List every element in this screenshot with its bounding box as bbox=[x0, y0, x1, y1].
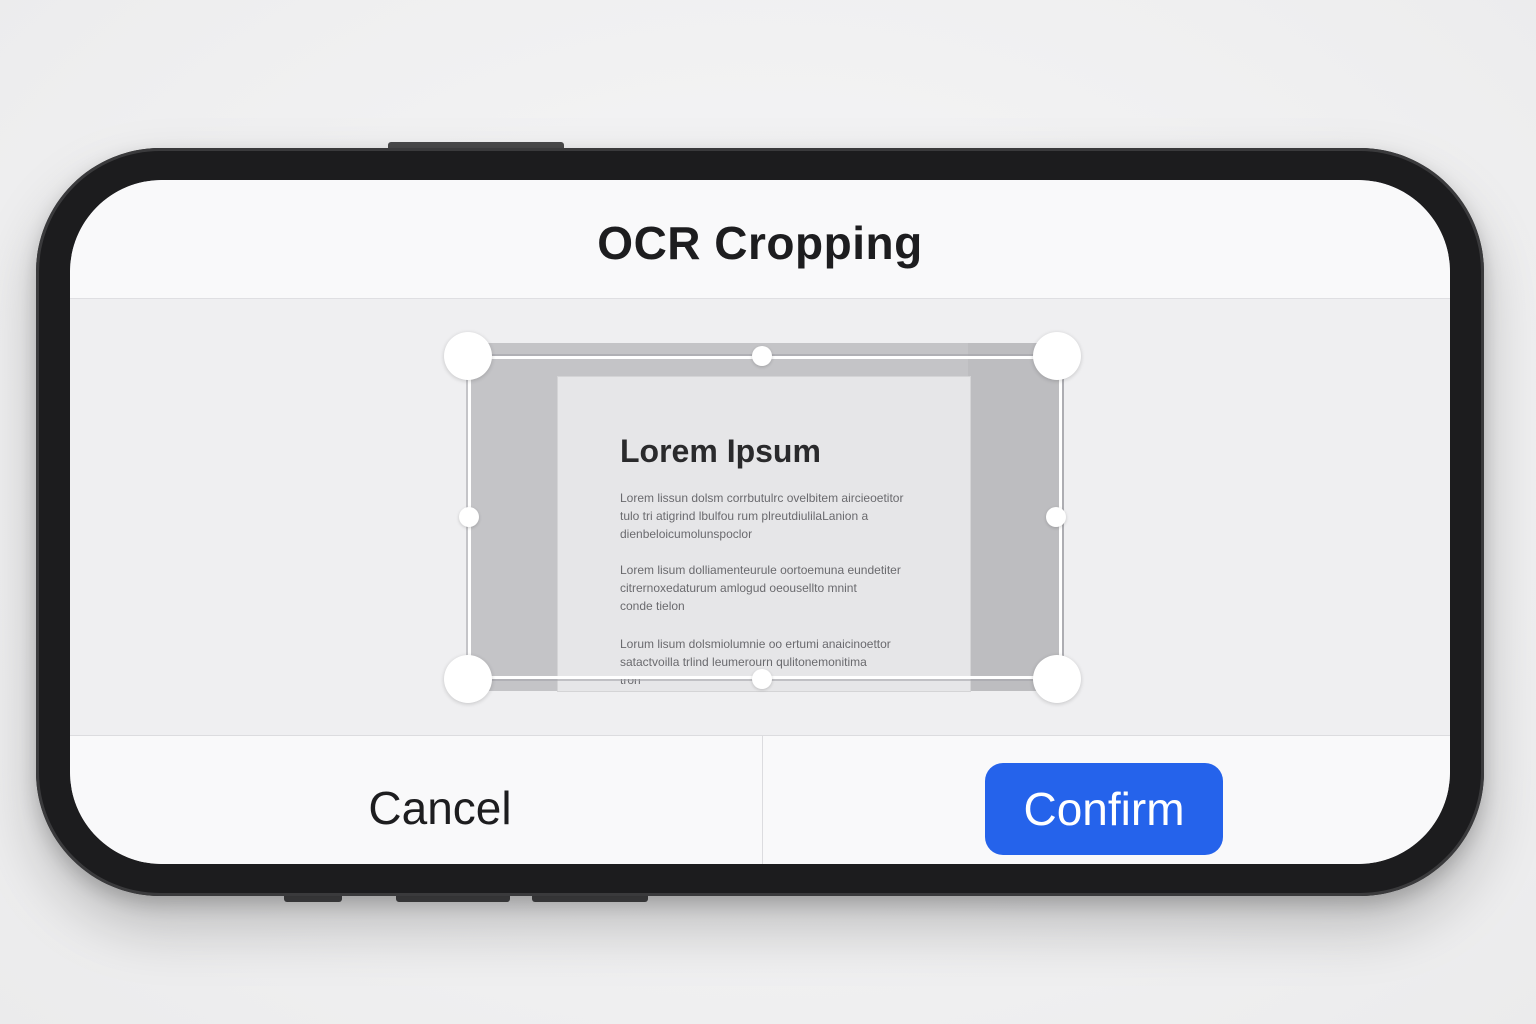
crop-handle-top-left[interactable] bbox=[444, 332, 492, 380]
crop-handle-top-right[interactable] bbox=[1033, 332, 1081, 380]
header-bar: OCR Cropping bbox=[70, 180, 1450, 299]
crop-frame[interactable] bbox=[466, 354, 1064, 681]
crop-handle-right[interactable] bbox=[1046, 507, 1066, 527]
phone-frame: OCR Cropping Lorem Ipsum Lorem lissun do… bbox=[36, 148, 1484, 896]
crop-handle-bottom-left[interactable] bbox=[444, 655, 492, 703]
crop-handle-top[interactable] bbox=[752, 346, 772, 366]
page-title: OCR Cropping bbox=[597, 217, 923, 269]
crop-handle-bottom-right[interactable] bbox=[1033, 655, 1081, 703]
crop-area: Lorem Ipsum Lorem lissun dolsm corrbutul… bbox=[70, 299, 1450, 735]
cancel-button[interactable]: Cancel bbox=[340, 772, 540, 844]
crop-handle-left[interactable] bbox=[459, 507, 479, 527]
divider bbox=[762, 736, 763, 864]
stage: OCR Cropping Lorem Ipsum Lorem lissun do… bbox=[0, 0, 1536, 1024]
action-bar: Cancel Confirm bbox=[70, 735, 1450, 864]
phone-screen: OCR Cropping Lorem Ipsum Lorem lissun do… bbox=[70, 180, 1450, 864]
confirm-button[interactable]: Confirm bbox=[985, 763, 1223, 855]
crop-handle-bottom[interactable] bbox=[752, 669, 772, 689]
